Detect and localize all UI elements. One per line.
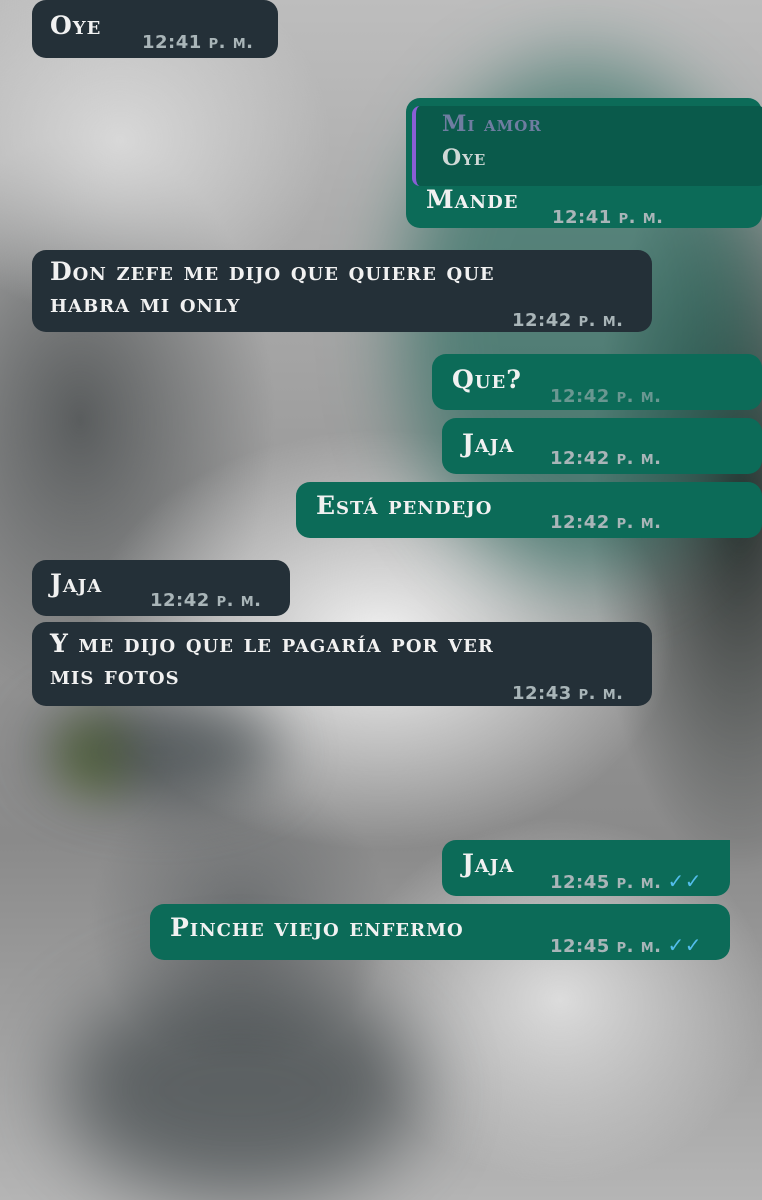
message-incoming[interactable]: Y me dijo que le pagaría por ver mis fot… xyxy=(32,622,652,706)
message-text: Está pendejo xyxy=(316,491,493,520)
message-incoming[interactable]: Don zefe me dijo que quiere que habra mi… xyxy=(32,250,652,332)
message-time-text: 12:45 p. m. xyxy=(550,872,662,893)
message-time: 12:45 p. m. ✓✓ xyxy=(550,865,702,899)
message-text: Mande xyxy=(426,185,519,214)
quoted-text: Oye xyxy=(442,145,487,171)
message-outgoing[interactable]: Que? 12:42 p. m. xyxy=(432,354,762,410)
message-text: Jaja xyxy=(50,569,103,598)
message-incoming[interactable]: Jaja 12:42 p. m. xyxy=(32,560,290,616)
read-receipt-icon: ✓✓ xyxy=(667,933,702,957)
message-text: mis fotos xyxy=(50,661,180,690)
message-outgoing[interactable]: Pinche viejo enfermo 12:45 p. m. ✓✓ xyxy=(150,904,730,960)
message-time: 12:42 p. m. xyxy=(512,310,624,331)
background-blur xyxy=(60,980,420,1200)
message-text: Jaja xyxy=(462,849,515,878)
message-time: 12:42 p. m. xyxy=(550,448,662,469)
message-text: Y me dijo que le pagaría por ver xyxy=(50,629,494,658)
message-time: 12:45 p. m. ✓✓ xyxy=(550,929,702,963)
message-outgoing[interactable]: Jaja 12:42 p. m. xyxy=(442,418,762,474)
message-time: 12:42 p. m. xyxy=(150,590,262,611)
message-text: Oye xyxy=(50,11,102,40)
message-text: habra mi only xyxy=(50,289,241,318)
message-text: Pinche viejo enfermo xyxy=(170,913,464,942)
message-time: 12:42 p. m. xyxy=(550,386,662,407)
message-outgoing[interactable]: Está pendejo 12:42 p. m. xyxy=(296,482,762,538)
message-text: Don zefe me dijo que quiere que xyxy=(50,257,495,286)
quoted-author: Mi amor xyxy=(442,111,542,137)
message-time: 12:41 p. m. xyxy=(552,207,664,228)
message-incoming[interactable]: Oye 12:41 p. m. xyxy=(32,0,278,58)
message-time: 12:43 p. m. xyxy=(512,683,624,704)
background-blur xyxy=(40,700,280,800)
quoted-message[interactable]: Mi amor Oye xyxy=(412,106,762,186)
message-time-text: 12:45 p. m. xyxy=(550,936,662,957)
message-time: 12:41 p. m. xyxy=(142,32,254,53)
message-text: Jaja xyxy=(462,429,515,458)
read-receipt-icon: ✓✓ xyxy=(667,869,702,893)
message-outgoing[interactable]: Mi amor Oye Mande 12:41 p. m. xyxy=(406,98,762,228)
message-outgoing[interactable]: Jaja 12:45 p. m. ✓✓ xyxy=(442,840,730,896)
message-time: 12:42 p. m. xyxy=(550,512,662,533)
message-text: Que? xyxy=(452,365,522,394)
